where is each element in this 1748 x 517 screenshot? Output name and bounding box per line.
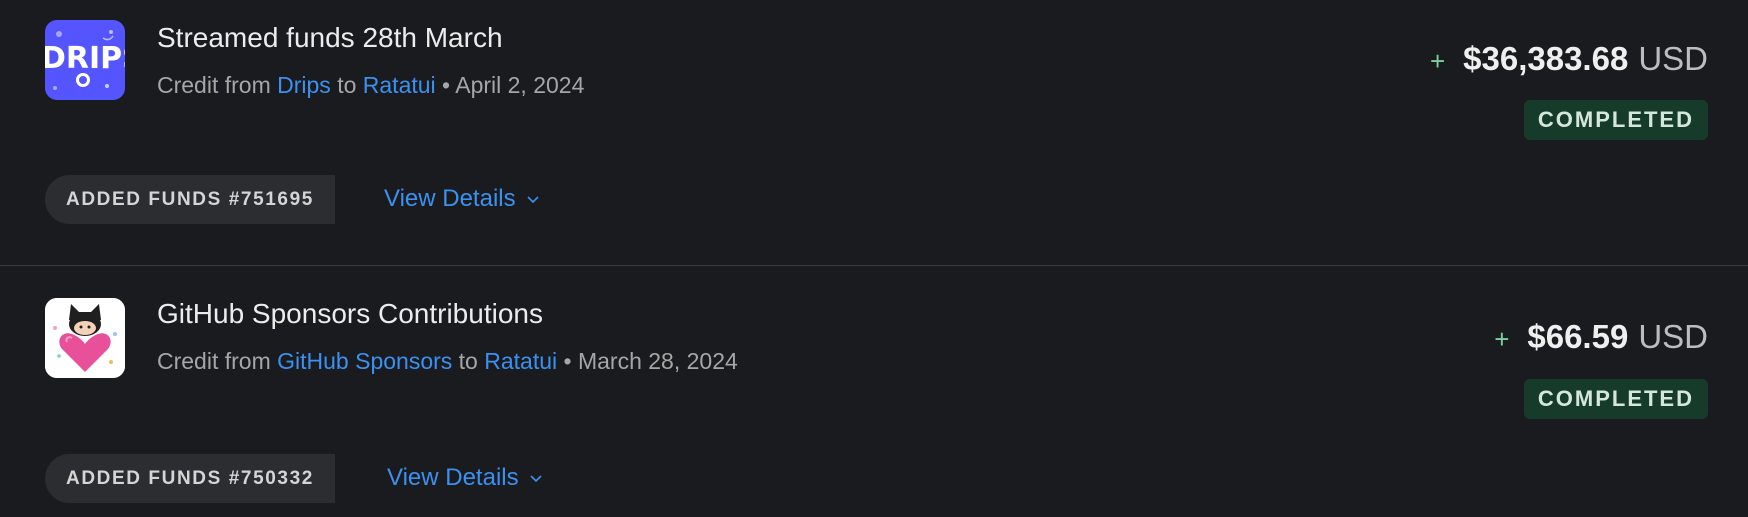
transaction-item: DRIPS Streamed funds 28th March Credit f… — [0, 0, 1748, 265]
amount-value: $66.59 — [1527, 318, 1629, 355]
view-details-label: View Details — [384, 185, 516, 212]
transaction-title: Streamed funds 28th March — [157, 22, 503, 53]
chevron-down-icon — [530, 475, 542, 483]
transaction-amount: + $36,383.68 USD — [1430, 40, 1708, 78]
plus-sign: + — [1429, 46, 1446, 76]
view-details-label: View Details — [387, 464, 519, 491]
separator-dot: • — [442, 72, 451, 98]
github-sponsors-logo-icon — [45, 298, 125, 378]
transaction-item: GitHub Sponsors Contributions Credit fro… — [0, 265, 1748, 517]
transaction-amount: + $66.59 USD — [1494, 318, 1708, 356]
to-word: to — [337, 72, 357, 98]
status-badge: COMPLETED — [1523, 100, 1708, 140]
transaction-date: April 2, 2024 — [455, 72, 585, 98]
drips-logo-icon: DRIPS — [45, 20, 125, 100]
view-details-button[interactable]: View Details — [384, 185, 540, 213]
separator-dot: • — [563, 348, 572, 374]
svg-text:DRIPS: DRIPS — [45, 41, 125, 76]
chevron-down-icon — [527, 196, 539, 204]
credit-prefix: Credit from — [157, 72, 271, 98]
transaction-date: March 28, 2024 — [577, 348, 738, 374]
transaction-id-badge: ADDED FUNDS #750332 — [45, 454, 335, 503]
transaction-subtitle: Credit from Drips to Ratatui • April 2, … — [157, 72, 584, 99]
amount-value: $36,383.68 — [1463, 40, 1629, 77]
transaction-title: GitHub Sponsors Contributions — [157, 298, 543, 329]
currency-label: USD — [1638, 318, 1708, 355]
source-link[interactable]: Drips — [277, 72, 331, 98]
recipient-link[interactable]: Ratatui — [484, 348, 557, 374]
transaction-subtitle: Credit from GitHub Sponsors to Ratatui •… — [157, 348, 738, 375]
view-details-button[interactable]: View Details — [387, 464, 543, 492]
transaction-id-badge: ADDED FUNDS #751695 — [45, 175, 335, 224]
recipient-link[interactable]: Ratatui — [363, 72, 436, 98]
source-link[interactable]: GitHub Sponsors — [277, 348, 452, 374]
plus-sign: + — [1494, 324, 1510, 354]
currency-label: USD — [1638, 40, 1708, 77]
credit-prefix: Credit from — [157, 348, 271, 374]
to-word: to — [458, 348, 478, 374]
status-badge: COMPLETED — [1523, 379, 1708, 419]
